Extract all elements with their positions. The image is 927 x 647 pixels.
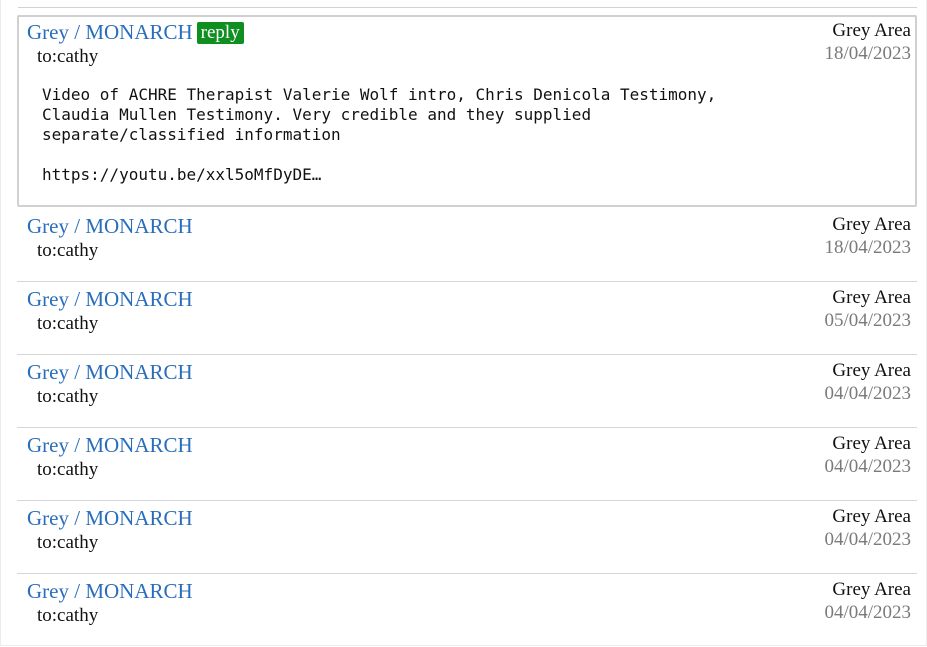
message-recipient: to:cathy — [37, 313, 99, 334]
subject-line: Grey / MONARCH — [27, 507, 193, 532]
subject-line: Grey / MONARCH — [27, 361, 193, 386]
message-recipient: to:cathy — [37, 240, 99, 261]
message-subject-link[interactable]: Grey / MONARCH — [27, 20, 193, 44]
message-date: 18/04/2023 — [824, 237, 911, 258]
message-subject-link[interactable]: Grey / MONARCH — [27, 433, 193, 457]
message-item-expanded[interactable]: Grey / MONARCH reply to:cathy Grey Area 1… — [17, 15, 917, 207]
message-item[interactable]: Grey / MONARCH to:cathy Grey Area 18/04/… — [17, 209, 917, 282]
message-item[interactable]: Grey / MONARCH to:cathy Grey Area 04/04/… — [17, 428, 917, 501]
message-author: Grey Area — [832, 214, 911, 235]
subject-line: Grey / MONARCH — [27, 288, 193, 313]
message-recipient: to:cathy — [37, 459, 99, 480]
message-author: Grey Area — [832, 579, 911, 600]
message-item[interactable]: Grey / MONARCH to:cathy Grey Area 04/04/… — [17, 574, 917, 647]
message-author: Grey Area — [832, 433, 911, 454]
reply-button[interactable]: reply — [196, 22, 244, 44]
message-date: 04/04/2023 — [824, 529, 911, 550]
message-subject-link[interactable]: Grey / MONARCH — [27, 579, 193, 603]
message-date: 18/04/2023 — [824, 43, 911, 64]
top-divider — [18, 7, 917, 8]
message-item[interactable]: Grey / MONARCH to:cathy Grey Area 04/04/… — [17, 501, 917, 574]
message-author: Grey Area — [832, 506, 911, 527]
subject-line: Grey / MONARCH — [27, 434, 193, 459]
message-date: 05/04/2023 — [824, 310, 911, 331]
message-recipient: to:cathy — [37, 605, 99, 626]
message-item[interactable]: Grey / MONARCH to:cathy Grey Area 04/04/… — [17, 355, 917, 428]
subject-line: Grey / MONARCH — [27, 580, 193, 605]
message-recipient: to:cathy — [37, 46, 99, 67]
message-video-link[interactable]: https://youtu.be/xxl5oMfDyDE… — [42, 165, 321, 185]
subject-line: Grey / MONARCH — [27, 215, 193, 240]
message-date: 04/04/2023 — [824, 383, 911, 404]
message-subject-link[interactable]: Grey / MONARCH — [27, 360, 193, 384]
message-recipient: to:cathy — [37, 532, 99, 553]
message-subject-link[interactable]: Grey / MONARCH — [27, 287, 193, 311]
message-author: Grey Area — [832, 20, 911, 41]
message-list: Grey / MONARCH reply to:cathy Grey Area 1… — [17, 15, 917, 647]
subject-line: Grey / MONARCH reply — [27, 21, 244, 46]
message-recipient: to:cathy — [37, 386, 99, 407]
message-item[interactable]: Grey / MONARCH to:cathy Grey Area 05/04/… — [17, 282, 917, 355]
message-date: 04/04/2023 — [824, 602, 911, 623]
message-body: Video of ACHRE Therapist Valerie Wolf in… — [42, 85, 717, 144]
message-author: Grey Area — [832, 360, 911, 381]
message-date: 04/04/2023 — [824, 456, 911, 477]
message-subject-link[interactable]: Grey / MONARCH — [27, 506, 193, 530]
message-subject-link[interactable]: Grey / MONARCH — [27, 214, 193, 238]
message-author: Grey Area — [832, 287, 911, 308]
